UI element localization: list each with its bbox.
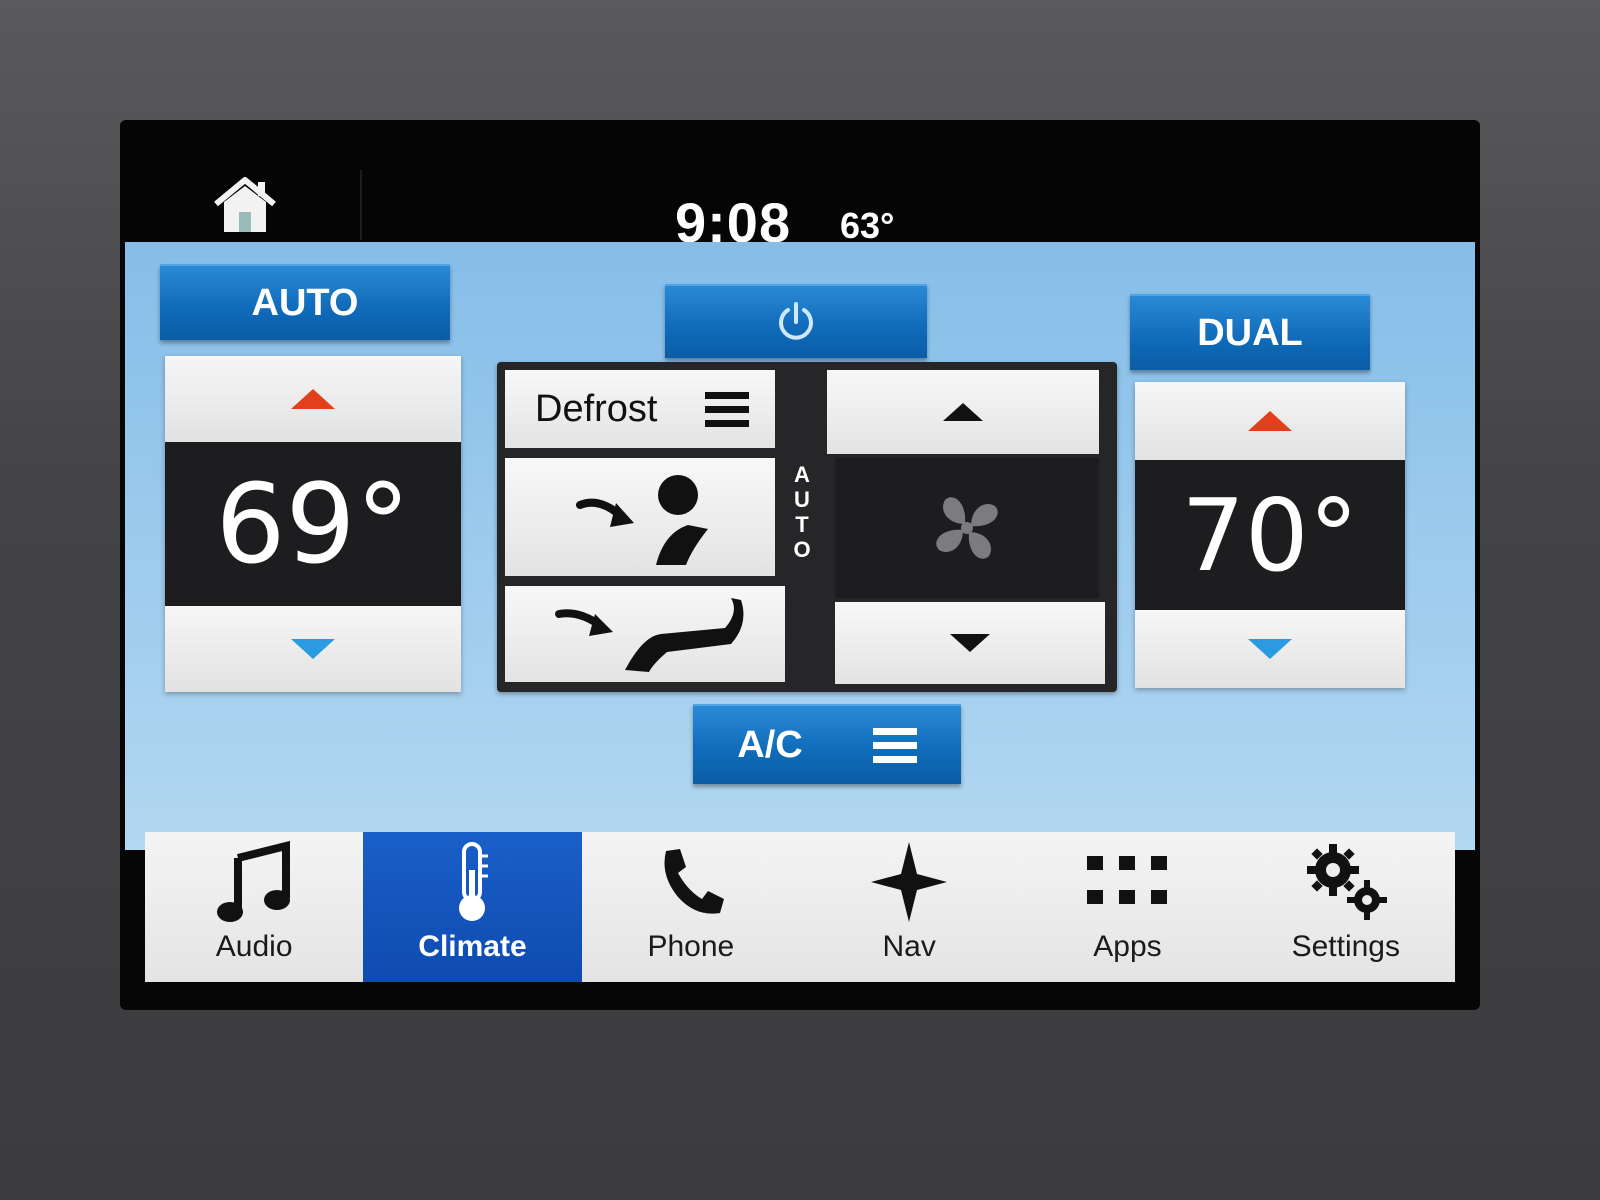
- ac-menu-icon: [872, 727, 917, 763]
- gears-icon: [1301, 840, 1391, 924]
- outside-temperature: 63°: [840, 205, 895, 246]
- infotainment-screen: 9:08 63° AUTO DUAL 69° Defrost A U T O 7…: [120, 120, 1480, 1010]
- dual-button[interactable]: DUAL: [1130, 294, 1370, 370]
- nav-phone-label: Phone: [647, 930, 735, 963]
- nav-climate-label: Climate: [418, 930, 527, 963]
- power-button[interactable]: [665, 284, 927, 358]
- passenger-temp-display: 70°: [1135, 460, 1405, 610]
- arrow-down-icon: [291, 639, 335, 659]
- passenger-temp-up-button[interactable]: [1135, 382, 1405, 460]
- fan-auto-letter: A: [794, 462, 810, 487]
- climate-panel: AUTO DUAL 69° Defrost A U T O 70° A/C: [125, 242, 1475, 850]
- nav-nav[interactable]: Nav: [800, 832, 1018, 982]
- home-button[interactable]: [205, 170, 285, 240]
- fan-icon: [936, 497, 998, 559]
- phone-icon: [656, 840, 726, 924]
- nav-settings[interactable]: Settings: [1237, 832, 1455, 982]
- power-icon: [779, 302, 813, 340]
- status-divider: [360, 170, 362, 240]
- airflow-face-icon: [576, 475, 708, 565]
- nav-audio[interactable]: Audio: [145, 832, 363, 982]
- compass-star-icon: [869, 840, 949, 924]
- nav-climate[interactable]: Climate: [363, 832, 582, 982]
- driver-temp-control: 69°: [165, 356, 461, 692]
- fan-auto-indicator: A U T O: [787, 462, 817, 582]
- home-icon: [214, 177, 276, 232]
- nav-settings-label: Settings: [1291, 930, 1400, 963]
- passenger-temp-down-button[interactable]: [1135, 610, 1405, 688]
- auto-button[interactable]: AUTO: [160, 264, 450, 340]
- passenger-temp-control: 70°: [1135, 382, 1405, 688]
- nav-phone[interactable]: Phone: [582, 832, 800, 982]
- arrow-up-icon: [1248, 411, 1292, 431]
- fan-speed-up-button[interactable]: [827, 370, 1099, 454]
- apps-grid-icon: [1087, 840, 1168, 924]
- driver-temp-display: 69°: [165, 442, 461, 606]
- ac-button[interactable]: A/C: [693, 704, 961, 784]
- arrow-down-icon: [950, 634, 990, 652]
- airflow-fan-module: Defrost A U T O: [497, 362, 1117, 692]
- defrost-button[interactable]: Defrost: [505, 370, 775, 448]
- nav-audio-label: Audio: [215, 930, 293, 963]
- nav-apps-label: Apps: [1093, 930, 1162, 963]
- thermometer-icon: [452, 840, 492, 924]
- ac-label: A/C: [737, 723, 803, 766]
- defrost-label: Defrost: [535, 387, 658, 430]
- fan-auto-letter: U: [794, 487, 810, 512]
- status-bar: 9:08 63°: [120, 120, 1480, 254]
- nav-nav-label: Nav: [882, 930, 936, 963]
- bottom-nav-bar: Audio Climate Phone Nav Apps Settings: [145, 832, 1455, 982]
- fan-auto-letter: T: [795, 512, 809, 537]
- fan-speed-display: [835, 458, 1099, 598]
- fan-auto-letter: O: [793, 537, 811, 562]
- driver-temp-down-button[interactable]: [165, 606, 461, 692]
- arrow-up-icon: [291, 389, 335, 409]
- airflow-feet-icon: [555, 598, 744, 672]
- arrow-up-icon: [943, 403, 983, 421]
- fan-speed-down-button[interactable]: [835, 602, 1105, 684]
- airflow-face-button[interactable]: [505, 458, 775, 576]
- music-note-icon: [214, 840, 294, 924]
- airflow-feet-button[interactable]: [505, 586, 785, 682]
- driver-temp-up-button[interactable]: [165, 356, 461, 442]
- defrost-menu-icon: [705, 391, 749, 427]
- nav-apps[interactable]: Apps: [1018, 832, 1236, 982]
- arrow-down-icon: [1248, 639, 1292, 659]
